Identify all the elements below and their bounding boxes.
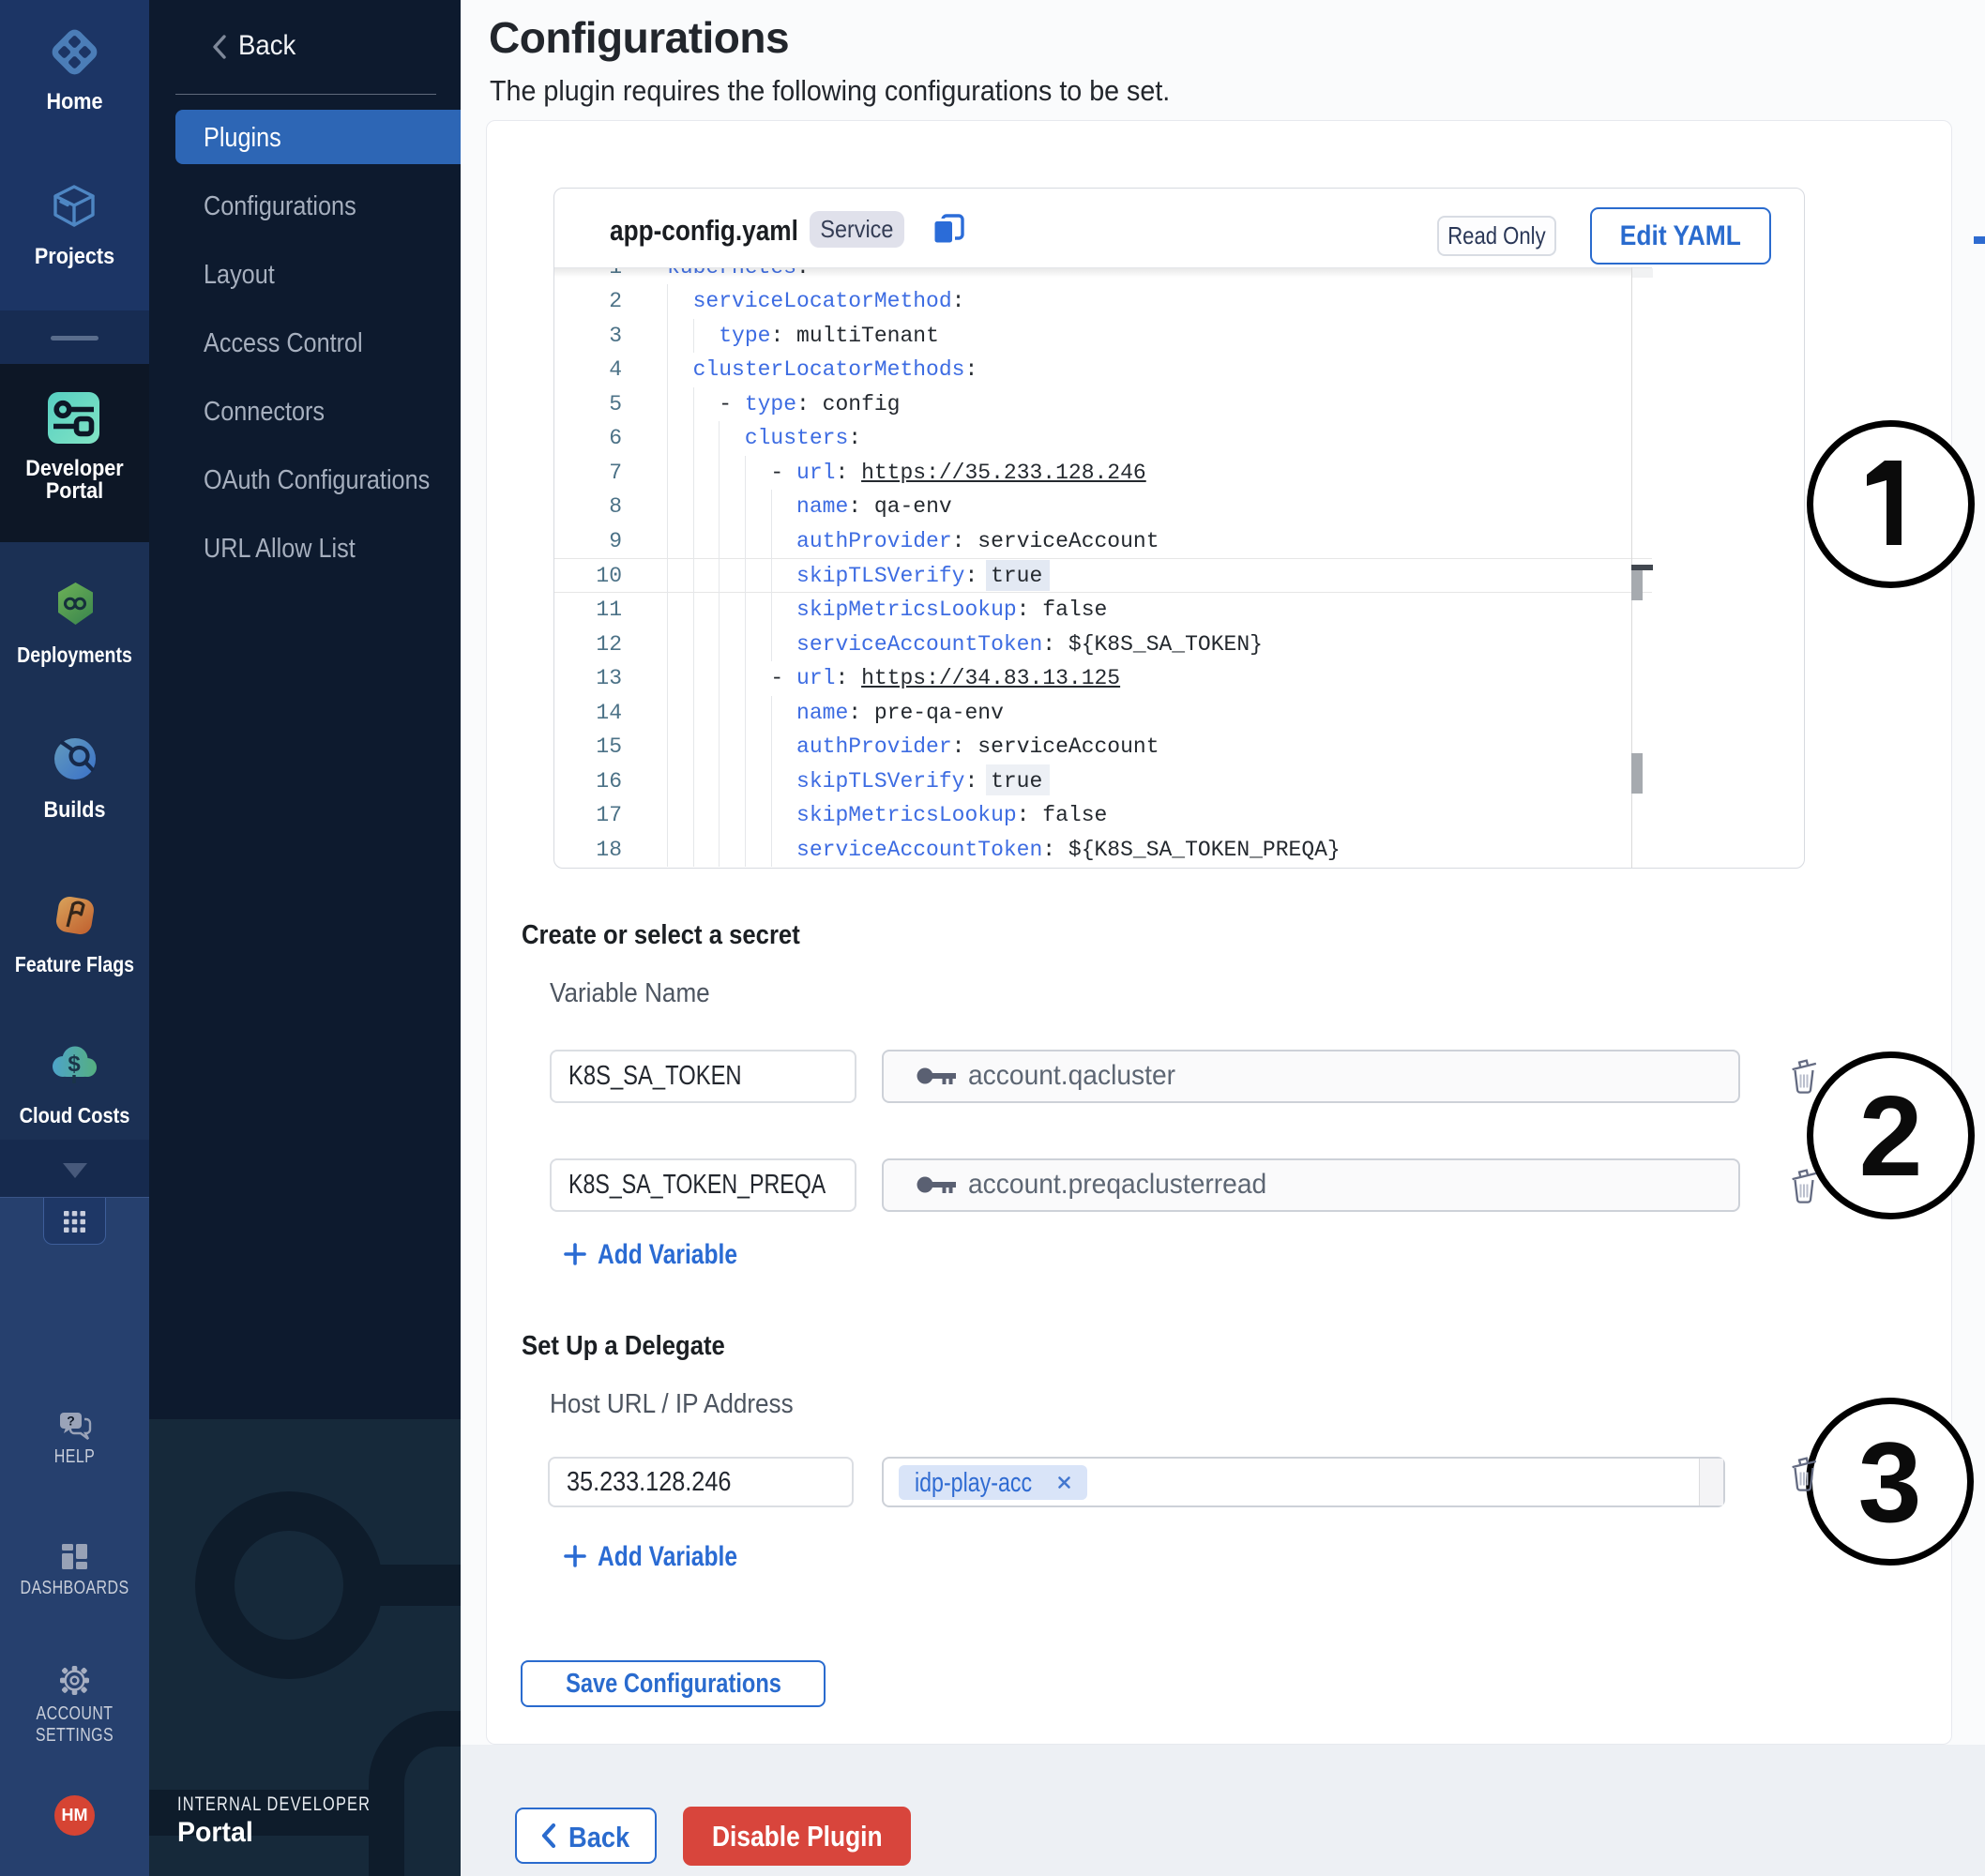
- svg-text:?: ?: [67, 1414, 75, 1429]
- svg-text:$: $: [68, 1051, 81, 1077]
